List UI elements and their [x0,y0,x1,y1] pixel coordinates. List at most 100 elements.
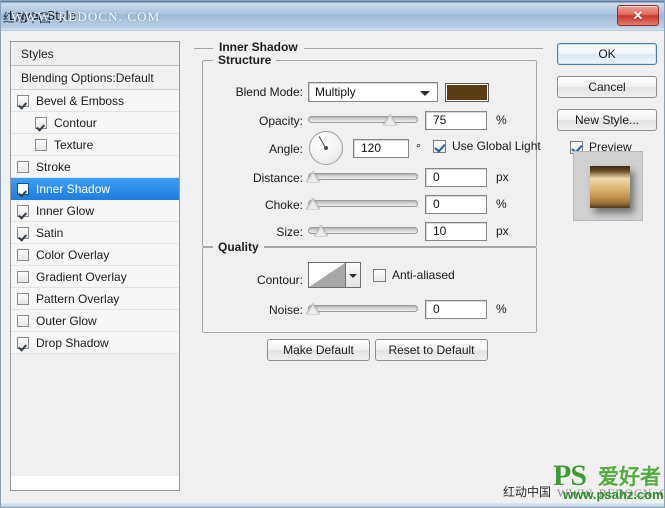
style-item-bevel-emboss[interactable]: Bevel & Emboss [11,90,179,112]
inner-shadow-panel: Inner Shadow Structure Blend Mode: Multi… [191,39,543,369]
style-item-satin[interactable]: Satin [11,222,179,244]
opacity-slider[interactable] [308,111,418,127]
style-item-checkbox[interactable] [17,226,29,239]
slider-thumb[interactable] [306,171,320,182]
checkbox-box [373,268,386,282]
preview-swatch [590,166,630,208]
styles-header: Styles [11,42,179,66]
chevron-down-icon [420,91,430,96]
slider-thumb[interactable] [314,225,328,236]
style-item-checkbox[interactable] [17,94,29,107]
reset-to-default-button[interactable]: Reset to Default [375,339,488,361]
style-item-checkbox[interactable] [17,336,29,349]
choke-label: Choke: [264,198,303,212]
style-item-checkbox[interactable] [35,116,47,129]
contour-preview[interactable] [308,262,346,288]
dialog-buttons: OK Cancel New Style... Preview [557,43,657,154]
slider-thumb[interactable] [306,198,320,209]
style-item-contour[interactable]: Contour [11,112,179,134]
close-icon: ✕ [632,8,644,23]
style-item-color-overlay[interactable]: Color Overlay [11,244,179,266]
style-item-label: Bevel & Emboss [36,93,125,108]
window-footer [1,503,664,507]
distance-unit: px [496,170,509,184]
contour-label: Contour: [256,273,303,287]
style-item-pattern-overlay[interactable]: Pattern Overlay [11,288,179,310]
blending-options-item[interactable]: Blending Options:Default [11,66,179,90]
blend-mode-value: Multiply [315,85,356,99]
window-title: Layer Style [9,8,77,23]
new-style-button[interactable]: New Style... [557,109,657,131]
style-item-label: Pattern Overlay [36,291,120,306]
use-global-light-checkbox[interactable]: Use Global Light [433,139,541,153]
size-unit: px [496,224,509,238]
shadow-color-swatch[interactable] [445,83,489,102]
checkbox-box [433,139,446,153]
style-item-label: Inner Shadow [36,181,111,196]
distance-slider[interactable] [306,168,418,184]
layer-style-dialog: 红动中国 Layer Style WWW. REDOCN. COM ✕ Styl… [0,0,665,508]
quality-title: Quality [213,240,264,254]
angle-input[interactable]: 120 [353,139,409,158]
choke-slider[interactable] [306,195,418,211]
size-label: Size: [276,225,303,239]
distance-label: Distance: [252,171,303,185]
style-item-inner-glow[interactable]: Inner Glow [11,200,179,222]
angle-unit: ° [416,141,421,155]
opacity-unit: % [496,113,507,127]
inner-shadow-group: Inner Shadow Structure Blend Mode: Multi… [191,39,543,369]
opacity-label: Opacity: [258,114,303,128]
slider-track [308,173,418,180]
slider-thumb[interactable] [383,114,397,125]
cancel-button[interactable]: Cancel [557,76,657,98]
styles-list-empty-area [11,354,179,476]
styles-list: Bevel & Emboss Contour Texture Stroke Inner … [11,90,179,354]
style-item-checkbox[interactable] [17,248,29,261]
noise-input[interactable]: 0 [425,300,487,319]
close-button[interactable]: ✕ [617,5,659,26]
style-item-checkbox[interactable] [17,270,29,283]
style-item-label: Color Overlay [36,247,110,262]
contour-dropdown-arrow[interactable] [346,262,361,288]
title-bar: 红动中国 Layer Style WWW. REDOCN. COM ✕ [1,1,664,31]
style-item-texture[interactable]: Texture [11,134,179,156]
inner-shadow-title: Inner Shadow [213,40,304,54]
style-item-drop-shadow[interactable]: Drop Shadow [11,332,179,354]
style-item-checkbox[interactable] [17,182,29,195]
style-item-inner-shadow[interactable]: Inner Shadow [11,178,179,200]
style-item-checkbox[interactable] [17,314,29,327]
angle-hub [324,146,328,150]
style-item-checkbox[interactable] [17,160,29,173]
noise-slider[interactable] [306,300,418,316]
style-item-label: Stroke [36,159,71,174]
blend-mode-select[interactable]: Multiply [308,82,438,102]
quality-group: Quality Contour: Anti-aliased Noise: 0 % [202,240,537,333]
watermark-cn-bottom: 红动中国 [503,485,552,499]
slider-thumb[interactable] [306,303,320,314]
angle-dial[interactable] [309,131,343,165]
style-item-stroke[interactable]: Stroke [11,156,179,178]
style-item-checkbox[interactable] [17,204,29,217]
style-item-gradient-overlay[interactable]: Gradient Overlay [11,266,179,288]
anti-aliased-checkbox[interactable]: Anti-aliased [373,268,455,282]
style-item-checkbox[interactable] [35,138,47,151]
noise-label: Noise: [268,303,303,317]
style-item-label: Outer Glow [36,313,97,328]
styles-panel: Styles Blending Options:Default Bevel & … [10,41,180,491]
use-global-light-label: Use Global Light [452,139,541,153]
ok-button[interactable]: OK [557,43,657,65]
style-item-label: Drop Shadow [36,335,109,350]
style-item-label: Gradient Overlay [36,269,127,284]
size-slider[interactable] [308,222,418,238]
choke-input[interactable]: 0 [425,195,487,214]
size-input[interactable]: 10 [425,222,487,241]
distance-input[interactable]: 0 [425,168,487,187]
style-item-outer-glow[interactable]: Outer Glow [11,310,179,332]
watermark-redocn-bottom: WWW. REDOCN. COM [557,486,665,500]
noise-unit: % [496,302,507,316]
choke-unit: % [496,197,507,211]
opacity-input[interactable]: 75 [425,111,487,130]
make-default-button[interactable]: Make Default [267,339,370,361]
structure-title: Structure [213,53,277,67]
style-item-checkbox[interactable] [17,292,29,305]
